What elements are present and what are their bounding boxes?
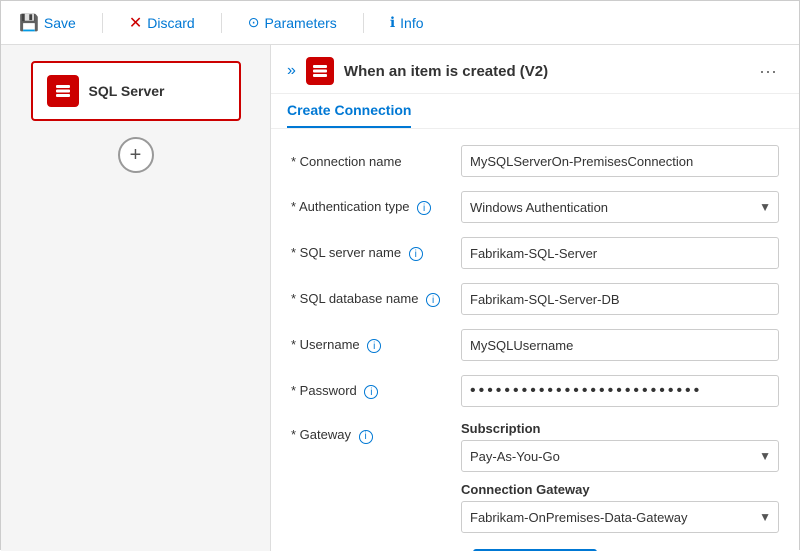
sql-server-name-input[interactable] [461, 237, 779, 269]
connection-name-row: * Connection name [291, 145, 779, 177]
sql-server-name-label: * SQL server name i [291, 245, 461, 262]
sql-db-name-row: * SQL database name i [291, 283, 779, 315]
username-input[interactable] [461, 329, 779, 361]
sql-server-label: SQL Server [89, 83, 165, 99]
info-button[interactable]: ℹ Info [384, 10, 430, 35]
sql-server-name-row: * SQL server name i [291, 237, 779, 269]
connection-gateway-select-wrapper: Fabrikam-OnPremises-Data-Gateway ▼ [461, 501, 779, 533]
auth-type-select-wrapper: Windows Authentication SQL Server Authen… [461, 191, 779, 223]
password-label: * Password i [291, 383, 461, 400]
gateway-label: * Gateway i [291, 427, 461, 444]
add-step-button[interactable]: + [118, 137, 154, 173]
discard-icon: ✕ [129, 13, 142, 33]
subscription-select-wrapper: Pay-As-You-Go ▼ [461, 440, 779, 472]
info-icon: ℹ [390, 14, 395, 31]
parameters-icon: ⊙ [248, 14, 260, 31]
form-area: * Connection name * Authentication type … [271, 129, 799, 551]
collapse-icon[interactable]: » [287, 62, 296, 80]
sql-server-icon [47, 75, 79, 107]
auth-type-label: * Authentication type i [291, 199, 461, 216]
auth-type-label-text: * Authentication type [291, 199, 410, 214]
subscription-select[interactable]: Pay-As-You-Go [461, 440, 779, 472]
password-info-icon[interactable]: i [364, 385, 378, 399]
discard-label: Discard [147, 15, 194, 31]
password-label-text: * Password [291, 383, 357, 398]
subscription-section-label: Subscription [461, 421, 779, 436]
save-button[interactable]: 💾 Save [13, 9, 82, 37]
trigger-icon [306, 57, 334, 85]
sql-server-name-info-icon[interactable]: i [409, 247, 423, 261]
auth-type-row: * Authentication type i Windows Authenti… [291, 191, 779, 223]
parameters-label: Parameters [264, 15, 336, 31]
gateway-row: * Gateway i Subscription Pay-As-You-Go ▼ [291, 421, 779, 533]
sql-db-name-label-text: * SQL database name [291, 291, 418, 306]
toolbar: 💾 Save ✕ Discard ⊙ Parameters ℹ Info [1, 1, 799, 45]
sql-server-name-label-text: * SQL server name [291, 245, 401, 260]
more-options-button[interactable]: ··· [753, 59, 783, 84]
gateway-label-text: * Gateway [291, 427, 351, 442]
trigger-title: When an item is created (V2) [344, 63, 753, 80]
connection-gateway-select[interactable]: Fabrikam-OnPremises-Data-Gateway [461, 501, 779, 533]
sql-server-card[interactable]: SQL Server [31, 61, 241, 121]
sql-db-name-info-icon[interactable]: i [426, 293, 440, 307]
parameters-button[interactable]: ⊙ Parameters [242, 10, 343, 35]
discard-button[interactable]: ✕ Discard [123, 9, 201, 37]
header-row: » When an item is created (V2) ··· [271, 45, 799, 94]
username-label-text: * Username [291, 337, 360, 352]
toolbar-divider-2 [221, 13, 222, 33]
tab-bar: Create Connection [271, 94, 799, 129]
left-panel: SQL Server + [1, 45, 271, 551]
sql-db-name-label: * SQL database name i [291, 291, 461, 308]
username-row: * Username i [291, 329, 779, 361]
tab-create-connection[interactable]: Create Connection [287, 94, 411, 128]
password-input[interactable] [461, 375, 779, 407]
toolbar-divider-1 [102, 13, 103, 33]
info-label: Info [400, 15, 423, 31]
connection-gateway-section-label: Connection Gateway [461, 482, 779, 497]
save-icon: 💾 [19, 13, 39, 33]
auth-type-info-icon[interactable]: i [417, 201, 431, 215]
auth-type-select[interactable]: Windows Authentication SQL Server Authen… [461, 191, 779, 223]
gateway-info-icon[interactable]: i [359, 430, 373, 444]
connection-name-input[interactable] [461, 145, 779, 177]
toolbar-divider-3 [363, 13, 364, 33]
username-label: * Username i [291, 337, 461, 354]
connection-name-label-text: * Connection name [291, 154, 402, 169]
main-layout: SQL Server + » When an item is created (… [1, 45, 799, 551]
right-panel: » When an item is created (V2) ··· Creat… [271, 45, 799, 551]
username-info-icon[interactable]: i [367, 339, 381, 353]
password-row: * Password i [291, 375, 779, 407]
save-label: Save [44, 15, 76, 31]
connection-name-label: * Connection name [291, 154, 461, 169]
subscription-section: Subscription Pay-As-You-Go ▼ [461, 421, 779, 472]
connection-gateway-section: Connection Gateway Fabrikam-OnPremises-D… [461, 482, 779, 533]
sql-db-name-input[interactable] [461, 283, 779, 315]
